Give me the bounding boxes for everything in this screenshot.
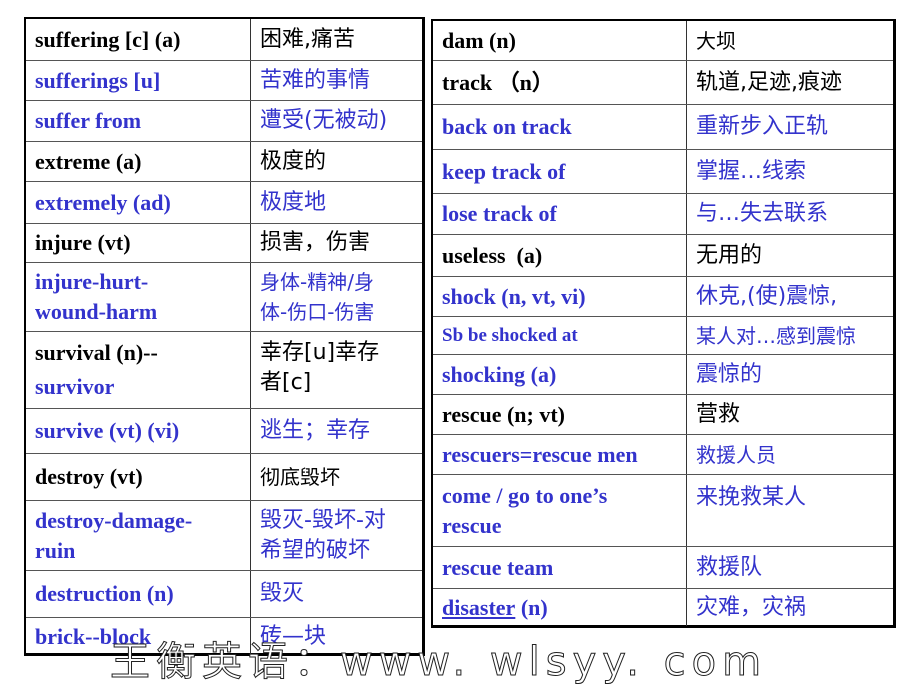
table-row: shocking (a) 震惊的 [433,354,893,394]
table-row: back on track 重新步入正轨 [433,104,893,149]
english-term: track （n） [442,69,554,95]
table-row: extremely (ad) 极度地 [26,181,422,223]
english-term: destruction (n) [35,581,174,606]
english-term: back on track [442,114,572,139]
english-term: disaster (n) [433,589,686,626]
english-term: extreme (a) [35,148,142,174]
chinese-meaning: 极度地 [250,182,422,223]
chinese-meaning: 苦难的事情 [250,61,422,100]
chinese-meaning: 逃生；幸存 [250,409,422,453]
table-row: keep track of 掌握…线索 [433,149,893,193]
english-term: dam (n) [442,27,516,53]
vocab-table-left: suffering [c] (a) 困难,痛苦 sufferings [u] 苦… [24,17,425,656]
table-row: injure (vt) 损害，伤害 [26,223,422,262]
table-row: disaster (n) 灾难，灾祸 [433,588,893,626]
english-term-line: injure-hurt- [35,269,149,294]
table-row: survival (n)-- survivor 幸存[u]幸存 者[c] [26,331,422,408]
english-term: suffering [c] (a) [35,26,181,52]
chinese-meaning: 掌握…线索 [686,150,893,193]
chinese-meaning: 毁灭 [250,571,422,617]
english-term: lose track of [442,201,557,226]
chinese-meaning: 某人对…感到震惊 [686,317,893,354]
table-row: useless (a) 无用的 [433,234,893,276]
chinese-meaning: 大坝 [686,21,893,60]
table-row: shock (n, vt, vi) 休克,(使)震惊, [433,276,893,316]
chinese-meaning: 重新步入正轨 [686,105,893,149]
english-term-line: come / go to one’s [442,482,608,508]
english-term: shocking (a) [442,361,557,387]
chinese-meaning: 来挽救某人 [686,475,893,546]
chinese-meaning: 营救 [686,395,893,434]
chinese-meaning-line: 者[c] [260,370,312,395]
english-term: rescuers=rescue men [442,441,638,467]
english-term: sufferings [u] [35,67,161,93]
english-term: destroy (vt) [35,464,143,489]
english-term-line: wound-harm [35,299,158,324]
chinese-meaning: 救援队 [686,547,893,588]
table-row: lose track of 与…失去联系 [433,193,893,234]
table-row: destruction (n) 毁灭 [26,570,422,617]
english-term-line: destroy-damage- [35,507,193,533]
chinese-meaning-line: 毁灭-毁坏-对 [260,507,386,533]
table-row: destroy (vt) 彻底毁坏 [26,453,422,500]
english-term: rescue team [442,554,554,580]
chinese-meaning-line: 身体-精神/身 [260,270,374,294]
table-row: track （n） 轨道,足迹,痕迹 [433,60,893,104]
chinese-meaning: 无用的 [686,235,893,276]
disaster-link[interactable]: disaster [442,593,515,623]
english-term-line: ruin [35,537,76,563]
english-term: Sb be shocked at [442,324,578,346]
part-of-speech: (n) [515,594,548,620]
table-row: Sb be shocked at 某人对…感到震惊 [433,316,893,354]
table-row: injure-hurt- wound-harm 身体-精神/身 体-伤口-伤害 [26,262,422,331]
chinese-meaning: 幸存[u]幸存 者[c] [250,332,422,408]
table-row: rescue (n; vt) 营救 [433,394,893,434]
chinese-meaning-line: 希望的破坏 [260,537,371,563]
chinese-meaning: 身体-精神/身 体-伤口-伤害 [250,263,422,331]
english-term: useless (a) [442,242,543,268]
table-row: rescuers=rescue men 救援人员 [433,434,893,474]
chinese-meaning: 极度的 [250,142,422,181]
table-row: destroy-damage- ruin 毁灭-毁坏-对 希望的破坏 [26,500,422,570]
table-row: survive (vt) (vi) 逃生；幸存 [26,408,422,453]
chinese-meaning: 灾难，灾祸 [686,589,893,626]
table-row: extreme (a) 极度的 [26,141,422,181]
english-term-line: survivor [35,374,115,399]
chinese-meaning: 困难,痛苦 [250,19,422,60]
english-term: destroy-damage- ruin [26,501,250,570]
chinese-meaning: 与…失去联系 [686,194,893,234]
chinese-meaning: 毁灭-毁坏-对 希望的破坏 [250,501,422,570]
english-term: keep track of [442,158,566,184]
english-term: suffer from [35,108,142,133]
chinese-meaning: 轨道,足迹,痕迹 [686,61,893,104]
chinese-meaning: 休克,(使)震惊, [686,277,893,316]
english-term-line: rescue [442,512,502,538]
english-term: extremely (ad) [35,189,171,215]
chinese-meaning: 彻底毁坏 [250,454,422,500]
english-term: survival (n)-- survivor [26,332,250,408]
table-row: suffer from 遭受(无被动) [26,100,422,141]
english-term: survive (vt) (vi) [35,418,180,443]
chinese-meaning-line: 体-伤口-伤害 [260,300,375,324]
english-term: injure-hurt- wound-harm [26,263,250,331]
chinese-meaning: 震惊的 [686,355,893,394]
chinese-meaning: 遭受(无被动) [250,101,422,141]
english-term: injure (vt) [35,230,131,255]
chinese-meaning-line: 幸存[u]幸存 [260,340,380,365]
english-term: shock (n, vt, vi) [442,283,586,309]
table-row: sufferings [u] 苦难的事情 [26,60,422,100]
table-row: dam (n) 大坝 [433,21,893,60]
english-term: come / go to one’s rescue [433,475,686,546]
chinese-meaning: 损害，伤害 [250,224,422,262]
table-row: come / go to one’s rescue 来挽救某人 [433,474,893,546]
vocab-table-right: dam (n) 大坝 track （n） 轨道,足迹,痕迹 back on tr… [431,19,896,628]
english-term-line: survival (n)-- [35,340,158,365]
table-row: suffering [c] (a) 困难,痛苦 [26,19,422,60]
chinese-meaning: 救援人员 [686,435,893,474]
english-term: rescue (n; vt) [442,401,565,427]
watermark-text: 王衡英语：www. wlsyy. com [109,639,768,685]
table-row: rescue team 救援队 [433,546,893,588]
